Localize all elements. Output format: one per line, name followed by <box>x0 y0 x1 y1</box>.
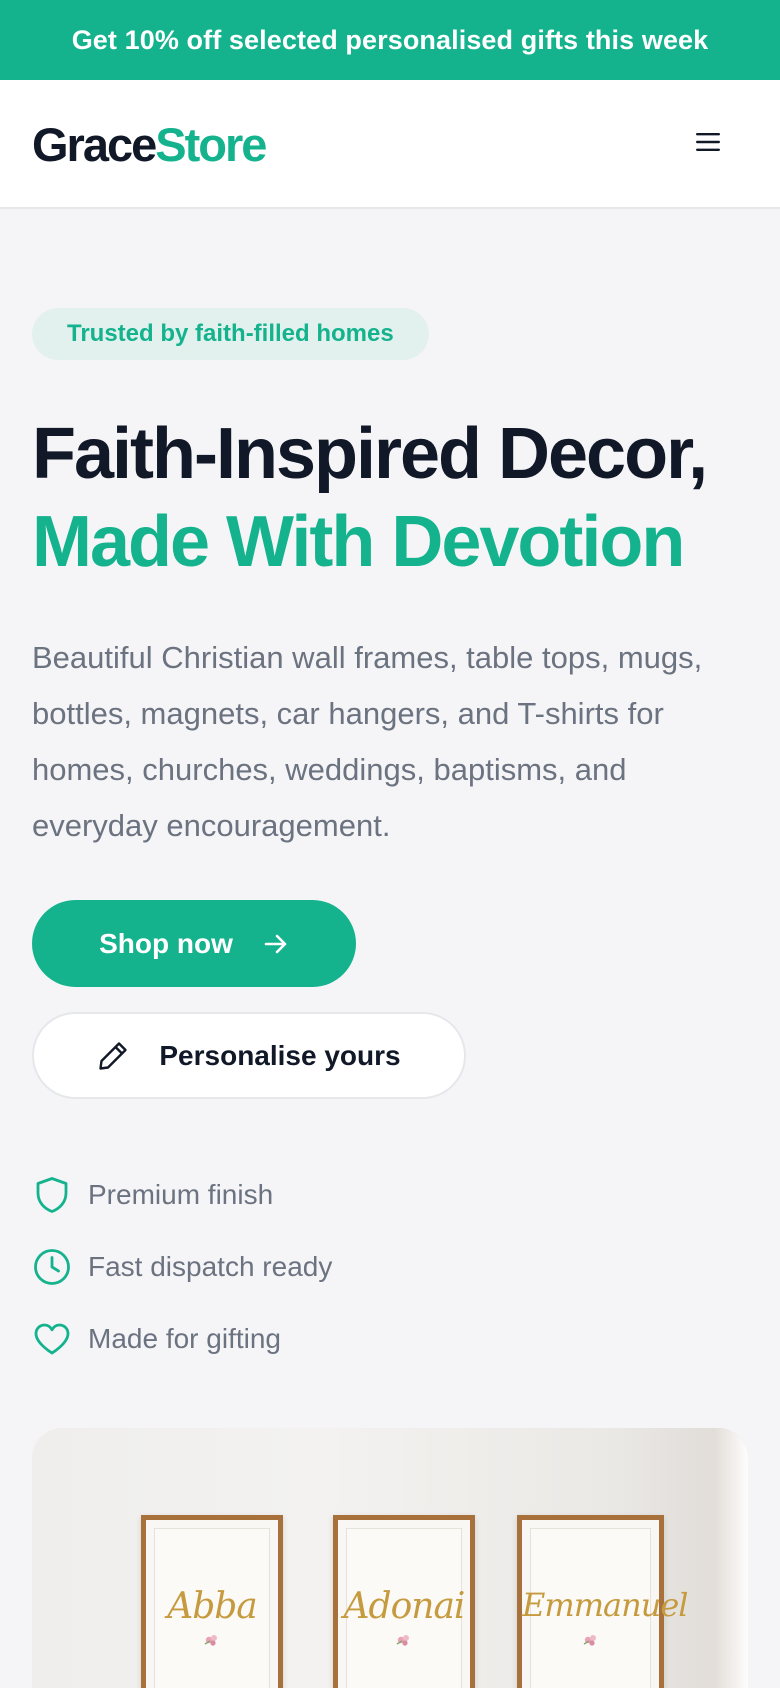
headline-line-1: Faith-Inspired Decor, <box>32 414 708 494</box>
feature-label: Fast dispatch ready <box>88 1251 333 1282</box>
feature-item-premium-finish: Premium finish <box>32 1159 732 1231</box>
feature-item-fast-dispatch: Fast dispatch ready <box>32 1231 732 1303</box>
logo-text-grace: Grace <box>32 118 157 171</box>
logo-text-store: Store <box>155 118 267 171</box>
feature-label: Premium finish <box>88 1179 274 1210</box>
frame-script-text: Adonai <box>343 1586 466 1627</box>
trust-badge: Trusted by faith-filled homes <box>32 308 429 360</box>
flower-icon <box>204 1635 217 1646</box>
menu-button[interactable] <box>684 118 732 166</box>
store-logo[interactable]: GraceStore <box>32 117 267 173</box>
arrow-right-icon <box>264 934 287 953</box>
feature-list: Premium finish Fast dispatch ready Made … <box>32 1159 732 1375</box>
hero-description: Beautiful Christian wall frames, table t… <box>32 640 703 843</box>
feature-label: Made for gifting <box>88 1323 281 1354</box>
frame-script-text: Abba <box>167 1586 258 1627</box>
flower-icon <box>583 1635 596 1646</box>
window-light <box>714 1428 748 1688</box>
shield-icon <box>32 1175 72 1215</box>
shop-now-button[interactable]: Shop now <box>32 900 356 987</box>
flower-icon <box>396 1635 409 1646</box>
personalise-button[interactable]: Personalise yours <box>32 1012 466 1099</box>
feature-item-made-for-gifting: Made for gifting <box>32 1303 732 1375</box>
wall-frame-emmanuel: Emmanuel <box>517 1515 689 1688</box>
promo-banner: Get 10% off selected personalised gifts … <box>0 0 780 80</box>
shop-now-label: Shop now <box>99 927 233 959</box>
pencil-icon <box>99 1041 128 1070</box>
frame-script-text: Emmanuel <box>522 1586 689 1624</box>
hero-section: Trusted by faith-filled homes Faith-Insp… <box>32 308 748 854</box>
promo-text: Get 10% off selected personalised gifts … <box>71 24 709 55</box>
heart-icon <box>32 1319 72 1359</box>
plant-decoration-icon <box>32 1648 122 1688</box>
headline-line-2: Made With Devotion <box>32 502 685 582</box>
site-header: GraceStore <box>0 80 780 209</box>
hamburger-menu-icon <box>696 133 720 151</box>
hero-product-image: Abba Adonai Emmanuel <box>32 1428 748 1688</box>
wall-frame-abba: Abba <box>141 1515 283 1688</box>
hero-headline: Faith-Inspired Decor, Made With Devotion <box>32 410 748 586</box>
personalise-label: Personalise yours <box>159 1039 401 1071</box>
wall-frame-adonai: Adonai <box>333 1515 475 1688</box>
clock-icon <box>32 1247 72 1287</box>
